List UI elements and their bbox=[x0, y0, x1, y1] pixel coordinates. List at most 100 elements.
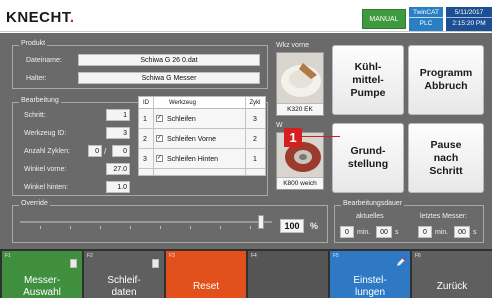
winkel-vorne-field: 27.0 bbox=[106, 163, 130, 175]
row-id: 3 bbox=[143, 155, 147, 163]
table-row[interactable]: 1 ✓ Schleifen 3 bbox=[139, 109, 265, 129]
f3-number: F3 bbox=[169, 253, 175, 259]
f3-label: Reset bbox=[192, 281, 220, 292]
pen-icon bbox=[397, 257, 406, 266]
winkel-vorne-label: Winkel vorne: bbox=[24, 166, 67, 173]
anzahl-zyklen-label: Anzahl Zyklen: bbox=[24, 148, 70, 155]
table-header-id: ID bbox=[139, 97, 153, 109]
winkel-hinten-field: 1.0 bbox=[106, 181, 130, 193]
f4-number: F4 bbox=[251, 253, 257, 259]
row-zyk: 2 bbox=[253, 135, 257, 143]
produkt-title: Produkt bbox=[19, 40, 48, 47]
row-checkbox[interactable]: ✓ bbox=[156, 155, 163, 162]
slider-tick bbox=[190, 226, 191, 229]
header-bar: KNECHT. MANUAL TwinCAT PLC 5/11/2017 2:1… bbox=[0, 0, 492, 32]
f6-zurueck-button[interactable]: F6 Zurück bbox=[412, 251, 492, 298]
slider-tick bbox=[100, 226, 101, 229]
table-col-divider bbox=[153, 97, 154, 175]
schritt-label: Schritt: bbox=[24, 112, 46, 119]
aktuelles-min-unit: min. bbox=[357, 229, 371, 236]
table-row[interactable]: 2 ✓ Schleifen Vorne 2 bbox=[139, 129, 265, 149]
halter-field[interactable]: Schiwa G Messer bbox=[78, 72, 260, 84]
halter-label: Halter: bbox=[26, 75, 47, 82]
bearbeitungsdauer-title: Bearbeitungsdauer bbox=[341, 200, 405, 207]
bearbeitung-title: Bearbeitung bbox=[19, 97, 61, 104]
row-werkzeug: Schleifen Vorne bbox=[167, 135, 217, 143]
wkz-vorne-title: Wkz vorne bbox=[276, 42, 310, 49]
override-slider-track[interactable] bbox=[20, 221, 272, 223]
f1-label: Messer- Auswahl bbox=[23, 275, 61, 298]
date-text: 5/11/2017 bbox=[446, 7, 492, 18]
dateiname-label: Dateiname: bbox=[26, 57, 62, 64]
slider-tick bbox=[130, 226, 131, 229]
row-id: 1 bbox=[143, 115, 147, 123]
wkz-hinten-caption: K800 weich bbox=[277, 177, 323, 189]
row-werkzeug: Schleifen Hinten bbox=[167, 155, 218, 163]
f2-label: Schleif- daten bbox=[107, 275, 141, 298]
row-checkbox[interactable]: ✓ bbox=[156, 115, 163, 122]
wkz-vorne-image: K320 EK bbox=[276, 52, 324, 116]
aktuelles-sec-unit: s bbox=[395, 229, 399, 236]
override-unit: % bbox=[310, 221, 319, 231]
letztes-messer-label: letztes Messer: bbox=[420, 213, 468, 220]
table-col-divider bbox=[245, 97, 246, 175]
slider-tick bbox=[250, 226, 251, 229]
aktuelles-min-field: 0 bbox=[340, 226, 354, 238]
slider-tick bbox=[220, 226, 221, 229]
f2-number: F2 bbox=[87, 253, 93, 259]
document-icon bbox=[152, 259, 159, 268]
time-text: 2:15:20 PM bbox=[452, 20, 486, 27]
letztes-sec-field: 00 bbox=[454, 226, 470, 238]
dateiname-field[interactable]: Schiwa G 26 0.dat bbox=[78, 54, 260, 66]
schritt-field: 1 bbox=[106, 109, 130, 121]
wkz-hinten-title: W bbox=[276, 122, 283, 129]
letztes-min-field: 0 bbox=[418, 226, 432, 238]
pause-nach-schritt-button[interactable]: Pause nach Schritt bbox=[408, 123, 484, 193]
annotation-marker: 1 bbox=[284, 128, 302, 147]
manual-mode-button[interactable]: MANUAL bbox=[362, 9, 406, 29]
zyklen-current-field: 0 bbox=[88, 145, 102, 157]
function-key-bar: F1 Messer- Auswahl F2 Schleif- daten F3 … bbox=[0, 249, 492, 298]
kuehlmittel-pumpe-button[interactable]: Kühl- mittel- Pumpe bbox=[332, 45, 404, 115]
f5-number: F5 bbox=[333, 253, 339, 259]
winkel-hinten-label: Winkel hinten: bbox=[24, 184, 68, 191]
row-werkzeug: Schleifen bbox=[167, 115, 196, 123]
werkzeug-id-label: Werkzeug ID: bbox=[24, 130, 67, 137]
row-zyk: 1 bbox=[253, 155, 257, 163]
f1-number: F1 bbox=[5, 253, 11, 259]
programm-abbruch-button[interactable]: Programm Abbruch bbox=[408, 45, 484, 115]
twincat-label: TwinCAT bbox=[409, 7, 443, 18]
werkzeug-id-field: 3 bbox=[106, 127, 130, 139]
override-value-field: 100 bbox=[280, 219, 304, 233]
slider-tick bbox=[160, 226, 161, 229]
table-header-werkzeug: Werkzeug bbox=[153, 97, 245, 109]
row-zyk: 3 bbox=[253, 115, 257, 123]
f3-reset-button[interactable]: F3 Reset bbox=[166, 251, 246, 298]
f1-messer-auswahl-button[interactable]: F1 Messer- Auswahl bbox=[2, 251, 82, 298]
zyklen-separator: / bbox=[104, 147, 107, 156]
plc-label: PLC bbox=[419, 20, 433, 27]
f4-empty-button[interactable]: F4 bbox=[248, 251, 328, 298]
datetime-display: 5/11/2017 2:15:20 PM bbox=[446, 7, 492, 31]
override-title: Override bbox=[19, 200, 50, 207]
knecht-logo: KNECHT. bbox=[6, 9, 75, 26]
twincat-status: TwinCAT PLC bbox=[409, 7, 443, 31]
table-row[interactable]: 3 ✓ Schleifen Hinten 1 bbox=[139, 149, 265, 169]
document-icon bbox=[70, 259, 77, 268]
hmi-screen: KNECHT. MANUAL TwinCAT PLC 5/11/2017 2:1… bbox=[0, 0, 492, 298]
grundstellung-button[interactable]: Grund- stellung bbox=[332, 123, 404, 193]
f5-einstellungen-button[interactable]: F5 Einstel- lungen bbox=[330, 251, 410, 298]
f6-number: F6 bbox=[415, 253, 421, 259]
row-checkbox[interactable]: ✓ bbox=[156, 135, 163, 142]
letztes-sec-unit: s bbox=[473, 229, 477, 236]
grinding-wheel-white-icon bbox=[277, 53, 323, 105]
werkzeug-table: ID Werkzeug Zykl 1 ✓ Schleifen 3 2 ✓ Sch… bbox=[138, 96, 266, 176]
f5-label: Einstel- lungen bbox=[353, 275, 387, 298]
slider-tick bbox=[70, 226, 71, 229]
aktuelles-label: aktuelles bbox=[356, 213, 384, 220]
f6-label: Zurück bbox=[436, 281, 468, 292]
f2-schleifdaten-button[interactable]: F2 Schleif- daten bbox=[84, 251, 164, 298]
override-slider-handle[interactable] bbox=[258, 215, 264, 229]
main-panel: Produkt Dateiname: Schiwa G 26 0.dat Hal… bbox=[0, 33, 492, 249]
letztes-min-unit: min. bbox=[435, 229, 449, 236]
